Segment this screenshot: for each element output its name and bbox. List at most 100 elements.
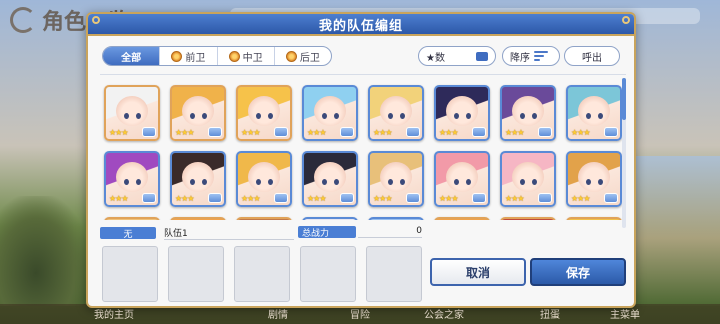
dialog-titlebar: 我的队伍编组: [88, 14, 634, 36]
background-scenery-right: [625, 156, 720, 306]
position-filter: 全部 前卫 中卫 后卫: [102, 46, 332, 66]
character-card[interactable]: ★★★: [566, 217, 622, 220]
scroll-thumb[interactable]: [622, 78, 626, 120]
character-portrait: [578, 161, 610, 192]
position-badge-icon: [142, 127, 156, 137]
back-swirl-icon[interactable]: [10, 7, 36, 33]
sort-key-label: ★数: [426, 52, 445, 64]
rarity-stars: ★★★: [571, 128, 590, 137]
character-portrait: [380, 161, 412, 192]
sort-order-toggle[interactable]: 降序: [502, 46, 560, 66]
rarity-stars: ★★★: [505, 194, 524, 203]
roster-scrollbar[interactable]: [622, 78, 626, 228]
portrait-eye: [454, 179, 459, 185]
team-slot-4[interactable]: [300, 246, 356, 302]
character-card[interactable]: ★★★: [434, 151, 490, 207]
nav-guild[interactable]: 公会之家: [424, 306, 464, 321]
portrait-eye: [586, 113, 591, 119]
total-power-value: 0: [358, 226, 422, 238]
portrait-eye: [124, 179, 129, 185]
team-name[interactable]: 队伍1: [164, 226, 294, 240]
character-card[interactable]: ★★★: [434, 217, 490, 220]
character-card[interactable]: ★★★: [566, 151, 622, 207]
filter-front[interactable]: 前卫: [160, 47, 218, 65]
character-card[interactable]: ★★★: [104, 217, 160, 220]
character-card[interactable]: ★★★: [302, 151, 358, 207]
save-button[interactable]: 保存: [530, 258, 626, 286]
character-portrait: [314, 95, 346, 126]
rarity-stars: ★★★: [439, 128, 458, 137]
portrait-eye: [256, 179, 261, 185]
portrait-eye: [466, 113, 471, 119]
portrait-eye: [466, 179, 471, 185]
portrait-eye: [388, 179, 393, 185]
portrait-eye: [202, 113, 207, 119]
character-card[interactable]: ★★★: [236, 151, 292, 207]
character-card[interactable]: ★★★: [104, 151, 160, 207]
character-portrait: [446, 161, 478, 192]
character-portrait: [248, 95, 280, 126]
nav-gacha[interactable]: 扭蛋: [540, 306, 560, 321]
character-card[interactable]: ★★★: [236, 85, 292, 141]
character-card[interactable]: ★★★: [368, 151, 424, 207]
nav-story[interactable]: 剧情: [268, 306, 288, 321]
team-slot-5[interactable]: [366, 246, 422, 302]
position-badge-icon: [406, 127, 420, 137]
sort-key-select[interactable]: ★数: [418, 46, 496, 66]
character-portrait: [578, 95, 610, 126]
cancel-button[interactable]: 取消: [430, 258, 526, 286]
team-slot-2[interactable]: [168, 246, 224, 302]
character-card[interactable]: ★★★: [368, 85, 424, 141]
position-badge-icon: [538, 127, 552, 137]
character-card[interactable]: ★★★: [500, 217, 556, 220]
position-badge-icon: [142, 193, 156, 203]
dropdown-icon: [476, 51, 488, 61]
rarity-stars: ★★★: [175, 128, 194, 137]
character-card[interactable]: ★★★: [434, 85, 490, 141]
character-card[interactable]: ★★★: [104, 85, 160, 141]
character-card[interactable]: ★★★: [302, 217, 358, 220]
portrait-eye: [388, 113, 393, 119]
character-portrait: [512, 161, 544, 192]
call-button[interactable]: 呼出: [564, 46, 620, 66]
back-position-icon: [285, 50, 297, 62]
character-portrait: [512, 95, 544, 126]
team-slot-3[interactable]: [234, 246, 290, 302]
portrait-eye: [124, 113, 129, 119]
filter-all[interactable]: 全部: [103, 47, 161, 65]
nav-home[interactable]: 我的主页: [94, 306, 134, 321]
character-card[interactable]: ★★★: [170, 217, 226, 220]
portrait-eye: [598, 179, 603, 185]
portrait-eye: [598, 113, 603, 119]
rarity-stars: ★★★: [439, 194, 458, 203]
portrait-eye: [322, 179, 327, 185]
character-card[interactable]: ★★★: [170, 85, 226, 141]
character-card[interactable]: ★★★: [566, 85, 622, 141]
character-roster: ★★★ ★★★ ★★★ ★★★ ★★★ ★★★ ★★★ ★★★ ★★★ ★★★ ★★★ ★★★ ★★★ ★…: [100, 74, 626, 220]
character-card[interactable]: ★★★: [500, 151, 556, 207]
filter-front-label: 前卫: [185, 52, 206, 64]
character-portrait: [182, 161, 214, 192]
character-portrait: [314, 161, 346, 192]
character-card[interactable]: ★★★: [236, 217, 292, 220]
character-card[interactable]: ★★★: [302, 85, 358, 141]
character-portrait: [380, 95, 412, 126]
team-slot-1[interactable]: [102, 246, 158, 302]
character-card[interactable]: ★★★: [368, 217, 424, 220]
filter-middle[interactable]: 中卫: [218, 47, 275, 65]
filter-middle-label: 中卫: [242, 52, 263, 64]
character-card[interactable]: ★★★: [500, 85, 556, 141]
character-portrait: [182, 95, 214, 126]
position-badge-icon: [604, 193, 618, 203]
portrait-eye: [400, 179, 405, 185]
nav-adventure[interactable]: 冒险: [350, 306, 370, 321]
filter-back[interactable]: 后卫: [275, 47, 331, 65]
character-portrait: [116, 161, 148, 192]
nav-menu[interactable]: 主菜单: [610, 306, 640, 321]
portrait-eye: [334, 179, 339, 185]
portrait-eye: [322, 113, 327, 119]
rarity-stars: ★★★: [505, 128, 524, 137]
rarity-stars: ★★★: [241, 194, 260, 203]
rarity-stars: ★★★: [109, 194, 128, 203]
character-card[interactable]: ★★★: [170, 151, 226, 207]
